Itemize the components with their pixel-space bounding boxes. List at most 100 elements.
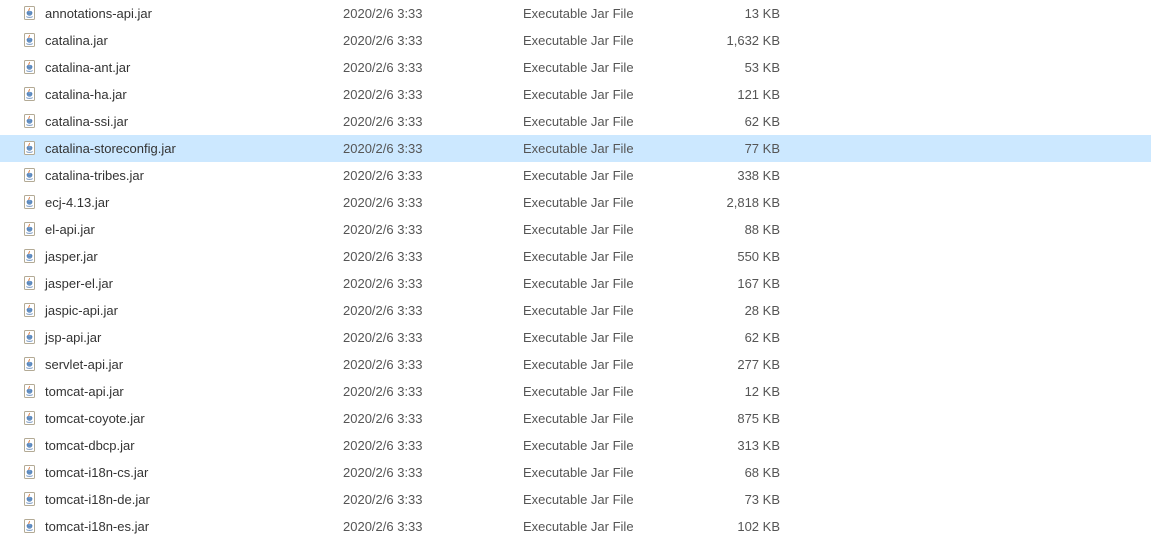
file-type: Executable Jar File bbox=[523, 384, 688, 399]
file-size: 338 KB bbox=[688, 168, 780, 183]
file-type: Executable Jar File bbox=[523, 60, 688, 75]
jar-file-icon bbox=[23, 141, 39, 157]
file-row[interactable]: tomcat-dbcp.jar2020/2/6 3:33Executable J… bbox=[0, 432, 1151, 459]
file-row[interactable]: catalina-ha.jar2020/2/6 3:33Executable J… bbox=[0, 81, 1151, 108]
file-name: catalina-tribes.jar bbox=[45, 168, 144, 183]
file-name-cell: catalina.jar bbox=[23, 33, 343, 49]
file-row[interactable]: jasper-el.jar 2020/2/6 3:33Executable Jar… bbox=[0, 270, 1151, 297]
jar-file-icon bbox=[23, 114, 39, 130]
file-size: 12 KB bbox=[688, 384, 780, 399]
file-name: servlet-api.jar bbox=[45, 357, 123, 372]
jar-file-icon bbox=[23, 465, 39, 481]
file-row[interactable]: tomcat-i18n-de.jar 2020/2/6 3:33Executabl… bbox=[0, 486, 1151, 513]
file-name-cell: catalina-tribes.jar bbox=[23, 168, 343, 184]
file-type: Executable Jar File bbox=[523, 114, 688, 129]
file-size: 13 KB bbox=[688, 6, 780, 21]
file-size: 28 KB bbox=[688, 303, 780, 318]
file-row[interactable]: catalina-ant.jar 2020/2/6 3:33Executable … bbox=[0, 54, 1151, 81]
jar-file-icon bbox=[23, 303, 39, 319]
file-name-cell: ecj-4.13.jar bbox=[23, 195, 343, 211]
file-size: 121 KB bbox=[688, 87, 780, 102]
file-type: Executable Jar File bbox=[523, 465, 688, 480]
file-name: tomcat-api.jar bbox=[45, 384, 124, 399]
file-name-cell: tomcat-api.jar bbox=[23, 384, 343, 400]
file-type: Executable Jar File bbox=[523, 492, 688, 507]
file-row[interactable]: servlet-api.jar2020/2/6 3:33Executable J… bbox=[0, 351, 1151, 378]
file-type: Executable Jar File bbox=[523, 330, 688, 345]
file-size: 167 KB bbox=[688, 276, 780, 291]
file-size: 62 KB bbox=[688, 330, 780, 345]
file-row[interactable]: tomcat-coyote.jar 2020/2/6 3:33Executable… bbox=[0, 405, 1151, 432]
file-name: jsp-api.jar bbox=[45, 330, 101, 345]
file-row[interactable]: tomcat-i18n-cs.jar2020/2/6 3:33Executabl… bbox=[0, 459, 1151, 486]
file-name: jaspic-api.jar bbox=[45, 303, 118, 318]
file-type: Executable Jar File bbox=[523, 303, 688, 318]
file-row[interactable]: jasper.jar2020/2/6 3:33Executable Jar Fi… bbox=[0, 243, 1151, 270]
file-name-cell: catalina-ha.jar bbox=[23, 87, 343, 103]
file-row[interactable]: catalina-ssi.jar2020/2/6 3:33Executable … bbox=[0, 108, 1151, 135]
file-row[interactable]: catalina-tribes.jar 2020/2/6 3:33Executab… bbox=[0, 162, 1151, 189]
jar-file-icon bbox=[23, 384, 39, 400]
file-name-cell: tomcat-coyote.jar bbox=[23, 411, 343, 427]
file-row[interactable]: catalina-storeconfig.jar2020/2/6 3:33Exe… bbox=[0, 135, 1151, 162]
jar-file-icon bbox=[23, 357, 39, 373]
file-size: 53 KB bbox=[688, 60, 780, 75]
file-date: 2020/2/6 3:33 bbox=[343, 276, 523, 291]
file-name-cell: jaspic-api.jar bbox=[23, 303, 343, 319]
file-name: jasper-el.jar bbox=[45, 276, 113, 291]
jar-file-icon bbox=[23, 519, 39, 535]
jar-file-icon bbox=[23, 249, 39, 265]
file-size: 102 KB bbox=[688, 519, 780, 534]
file-name: jasper.jar bbox=[45, 249, 98, 264]
file-size: 77 KB bbox=[688, 141, 780, 156]
file-list: annotations-api.jar2020/2/6 3:33Executab… bbox=[0, 0, 1151, 540]
jar-file-icon bbox=[23, 438, 39, 454]
file-size: 1,632 KB bbox=[688, 33, 780, 48]
file-type: Executable Jar File bbox=[523, 195, 688, 210]
file-date: 2020/2/6 3:33 bbox=[343, 357, 523, 372]
file-row[interactable]: tomcat-api.jar2020/2/6 3:33Executable Ja… bbox=[0, 378, 1151, 405]
file-name: tomcat-i18n-de.jar bbox=[45, 492, 150, 507]
file-date: 2020/2/6 3:33 bbox=[343, 492, 523, 507]
file-name-cell: el-api.jar bbox=[23, 222, 343, 238]
file-row[interactable]: annotations-api.jar2020/2/6 3:33Executab… bbox=[0, 0, 1151, 27]
file-date: 2020/2/6 3:33 bbox=[343, 303, 523, 318]
file-date: 2020/2/6 3:33 bbox=[343, 330, 523, 345]
file-name-cell: tomcat-i18n-es.jar bbox=[23, 519, 343, 535]
file-date: 2020/2/6 3:33 bbox=[343, 141, 523, 156]
file-name-cell: catalina-storeconfig.jar bbox=[23, 141, 343, 157]
file-size: 550 KB bbox=[688, 249, 780, 264]
file-date: 2020/2/6 3:33 bbox=[343, 411, 523, 426]
file-name: tomcat-coyote.jar bbox=[45, 411, 145, 426]
file-type: Executable Jar File bbox=[523, 411, 688, 426]
file-row[interactable]: ecj-4.13.jar2020/2/6 3:33Executable Jar … bbox=[0, 189, 1151, 216]
file-size: 875 KB bbox=[688, 411, 780, 426]
file-row[interactable]: el-api.jar2020/2/6 3:33Executable Jar Fi… bbox=[0, 216, 1151, 243]
file-size: 73 KB bbox=[688, 492, 780, 507]
file-name-cell: servlet-api.jar bbox=[23, 357, 343, 373]
file-name: tomcat-i18n-es.jar bbox=[45, 519, 149, 534]
jar-file-icon bbox=[23, 411, 39, 427]
file-date: 2020/2/6 3:33 bbox=[343, 168, 523, 183]
file-type: Executable Jar File bbox=[523, 276, 688, 291]
jar-file-icon bbox=[23, 60, 39, 76]
file-name: catalina-ant.jar bbox=[45, 60, 130, 75]
file-size: 277 KB bbox=[688, 357, 780, 372]
file-name: catalina-ssi.jar bbox=[45, 114, 128, 129]
file-row[interactable]: catalina.jar2020/2/6 3:33Executable Jar … bbox=[0, 27, 1151, 54]
file-row[interactable]: jsp-api.jar 2020/2/6 3:33Executable Jar F… bbox=[0, 324, 1151, 351]
file-size: 62 KB bbox=[688, 114, 780, 129]
file-row[interactable]: jaspic-api.jar 2020/2/6 3:33Executable Ja… bbox=[0, 297, 1151, 324]
file-size: 313 KB bbox=[688, 438, 780, 453]
file-name-cell: jsp-api.jar bbox=[23, 330, 343, 346]
file-date: 2020/2/6 3:33 bbox=[343, 87, 523, 102]
jar-file-icon bbox=[23, 87, 39, 103]
file-type: Executable Jar File bbox=[523, 168, 688, 183]
jar-file-icon bbox=[23, 195, 39, 211]
file-type: Executable Jar File bbox=[523, 141, 688, 156]
file-row[interactable]: tomcat-i18n-es.jar2020/2/6 3:33Executabl… bbox=[0, 513, 1151, 540]
file-date: 2020/2/6 3:33 bbox=[343, 438, 523, 453]
file-date: 2020/2/6 3:33 bbox=[343, 60, 523, 75]
jar-file-icon bbox=[23, 6, 39, 22]
file-name-cell: jasper-el.jar bbox=[23, 276, 343, 292]
